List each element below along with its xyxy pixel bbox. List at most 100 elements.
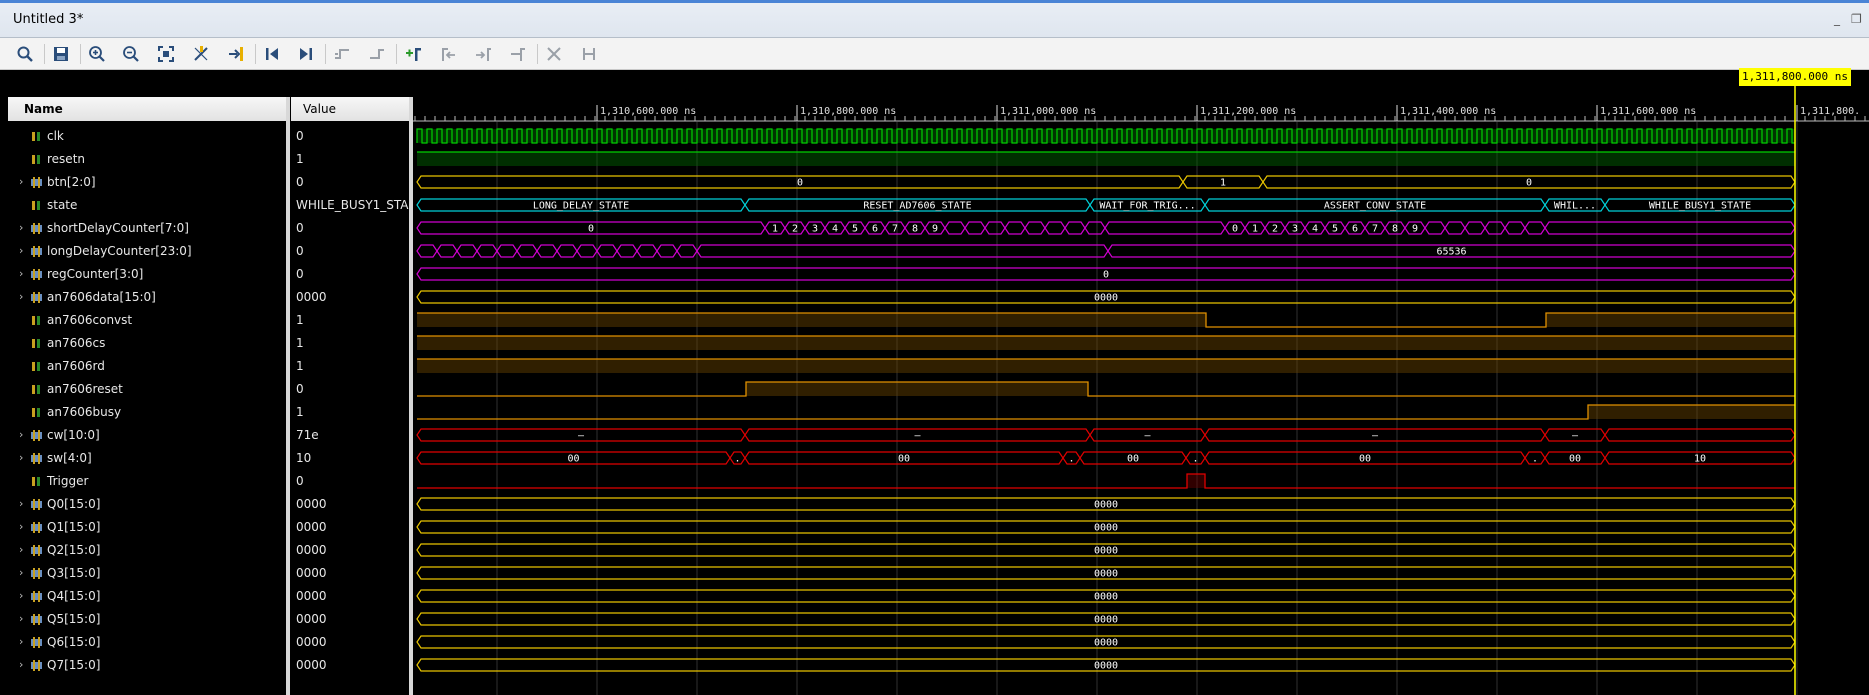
- time-axis-label: 1,311,600.000 ns: [1600, 106, 1696, 117]
- title-accent-line: [0, 0, 1869, 3]
- bus-value-label: 0000: [1094, 546, 1118, 557]
- waveform-viewer[interactable]: 1,310,600.000 ns 1,310,800.000 ns 1,311,00…: [413, 68, 1869, 695]
- toolbar-separator: [80, 44, 81, 64]
- bus-segment: [536, 244, 558, 258]
- signal-row[interactable]: resetn 1: [8, 148, 410, 171]
- bus-segment: [1604, 428, 1796, 442]
- signal-row[interactable]: › Q2[15:0] 0000: [8, 539, 410, 562]
- bus-segment: [1104, 221, 1226, 235]
- signal-name: Q0[15:0]: [47, 497, 101, 511]
- bus-value-label: —: [578, 431, 585, 442]
- toolbar-separator: [255, 44, 256, 64]
- zoom-out-icon[interactable]: [120, 43, 142, 65]
- name-column-header[interactable]: Name: [8, 97, 287, 121]
- bus-value-label: 00: [1569, 454, 1581, 465]
- expand-chevron-icon[interactable]: ›: [19, 566, 23, 579]
- swap-cursor-icon[interactable]: [190, 43, 212, 65]
- swap-markers-icon[interactable]: [507, 43, 529, 65]
- expand-chevron-icon[interactable]: ›: [19, 543, 23, 556]
- bus-segment: [456, 244, 478, 258]
- add-marker-icon[interactable]: [402, 43, 424, 65]
- bit-high-fill: [1187, 474, 1205, 488]
- expand-chevron-icon[interactable]: ›: [19, 428, 23, 441]
- signal-row[interactable]: › btn[2:0] 0: [8, 171, 410, 194]
- bit-signal-icon: [32, 132, 40, 141]
- bus-value-label: 1: [1220, 178, 1226, 189]
- minimize-icon[interactable]: _: [1834, 12, 1840, 26]
- bus-signal-icon: [31, 223, 42, 234]
- prev-transition-icon[interactable]: [331, 43, 353, 65]
- signal-row[interactable]: an7606busy 1: [8, 401, 410, 424]
- next-marker-icon[interactable]: [472, 43, 494, 65]
- value-column-header[interactable]: Value: [291, 97, 410, 121]
- signal-row[interactable]: › Q1[15:0] 0000: [8, 516, 410, 539]
- signal-row[interactable]: an7606rd 1: [8, 355, 410, 378]
- signal-value: 0000: [296, 520, 327, 534]
- signal-value: 0000: [296, 566, 327, 580]
- goto-end-icon[interactable]: [295, 43, 317, 65]
- signal-row[interactable]: › longDelayCounter[23:0] 0: [8, 240, 410, 263]
- expand-chevron-icon[interactable]: ›: [19, 658, 23, 671]
- bus-segment: [496, 244, 518, 258]
- goto-cursor-icon[interactable]: [225, 43, 247, 65]
- signal-row[interactable]: › sw[4:0] 10: [8, 447, 410, 470]
- signal-name: Q2[15:0]: [47, 543, 101, 557]
- signal-row[interactable]: Trigger 0: [8, 470, 410, 493]
- signal-row[interactable]: › regCounter[3:0] 0: [8, 263, 410, 286]
- expand-chevron-icon[interactable]: ›: [19, 451, 23, 464]
- signal-row[interactable]: › Q3[15:0] 0000: [8, 562, 410, 585]
- bus-segment: [1504, 221, 1526, 235]
- clock-fill: [417, 129, 1795, 143]
- delete-marker-icon[interactable]: [543, 43, 565, 65]
- signal-row[interactable]: › shortDelayCounter[7:0] 0: [8, 217, 410, 240]
- bus-segment: [616, 244, 638, 258]
- signal-row[interactable]: › cw[10:0] 71e: [8, 424, 410, 447]
- expand-chevron-icon[interactable]: ›: [19, 221, 23, 234]
- signal-row[interactable]: an7606reset 0: [8, 378, 410, 401]
- prev-marker-icon[interactable]: [437, 43, 459, 65]
- signal-name: an7606cs: [47, 336, 106, 350]
- waveform-canvas[interactable]: 1,310,600.000 ns 1,310,800.000 ns 1,311,00…: [413, 70, 1869, 695]
- expand-chevron-icon[interactable]: ›: [19, 290, 23, 303]
- time-axis-label: 1,311,800.: [1800, 106, 1860, 117]
- bus-value-label: RESET_AD7606_STATE: [863, 201, 971, 212]
- bus-value-label: 7: [892, 224, 898, 235]
- expand-chevron-icon[interactable]: ›: [19, 497, 23, 510]
- signal-row[interactable]: an7606cs 1: [8, 332, 410, 355]
- zoom-fit-icon[interactable]: [155, 43, 177, 65]
- signal-row[interactable]: clk 0: [8, 125, 410, 148]
- expand-chevron-icon[interactable]: ›: [19, 267, 23, 280]
- signal-row[interactable]: state WHILE_BUSY1_STA: [8, 194, 410, 217]
- signal-row[interactable]: › Q7[15:0] 0000: [8, 654, 410, 677]
- signal-row[interactable]: › Q0[15:0] 0000: [8, 493, 410, 516]
- snap-icon[interactable]: [578, 43, 600, 65]
- restore-icon[interactable]: ❐: [1851, 12, 1862, 26]
- bus-value-label: 0000: [1094, 569, 1118, 580]
- zoom-in-icon[interactable]: [86, 43, 108, 65]
- bus-segment: [436, 244, 458, 258]
- signal-row[interactable]: › Q5[15:0] 0000: [8, 608, 410, 631]
- signal-value: 1: [296, 313, 304, 327]
- bus-segment: [1064, 221, 1086, 235]
- save-icon[interactable]: [50, 43, 72, 65]
- signal-row[interactable]: › Q6[15:0] 0000: [8, 631, 410, 654]
- bus-segment: [964, 221, 986, 235]
- expand-chevron-icon[interactable]: ›: [19, 612, 23, 625]
- expand-chevron-icon[interactable]: ›: [19, 635, 23, 648]
- signal-row[interactable]: › an7606data[15:0] 0000: [8, 286, 410, 309]
- signal-value: WHILE_BUSY1_STA: [296, 198, 409, 212]
- search-icon[interactable]: [14, 43, 36, 65]
- bus-signal-icon: [31, 269, 42, 280]
- next-transition-icon[interactable]: [366, 43, 388, 65]
- expand-chevron-icon[interactable]: ›: [19, 520, 23, 533]
- bit-waveform: [417, 473, 1795, 489]
- signal-name: Q7[15:0]: [47, 658, 101, 672]
- bus-segment: [1044, 221, 1066, 235]
- expand-chevron-icon[interactable]: ›: [19, 589, 23, 602]
- signal-value: 0000: [296, 658, 327, 672]
- goto-start-icon[interactable]: [261, 43, 283, 65]
- expand-chevron-icon[interactable]: ›: [19, 244, 23, 257]
- expand-chevron-icon[interactable]: ›: [19, 175, 23, 188]
- signal-row[interactable]: › Q4[15:0] 0000: [8, 585, 410, 608]
- signal-row[interactable]: an7606convst 1: [8, 309, 410, 332]
